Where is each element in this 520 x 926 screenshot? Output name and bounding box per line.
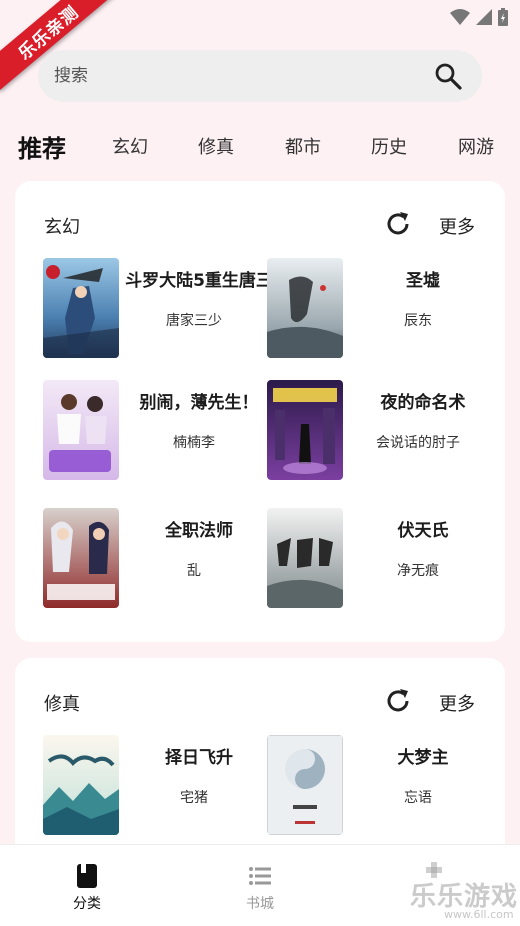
book-cover	[267, 380, 343, 480]
tab-wangyou[interactable]: 网游	[458, 133, 494, 159]
category-tabs: 推荐 玄幻 修真 都市 历史 网游	[0, 120, 520, 172]
book-card[interactable]: 斗罗大陆5重生唐三 唐家三少	[43, 258, 273, 362]
signal-icon	[476, 9, 492, 25]
wifi-icon	[450, 9, 470, 25]
tab-xiuzhen[interactable]: 修真	[198, 133, 234, 159]
search-bar[interactable]	[38, 50, 482, 102]
book-card[interactable]: 夜的命名术 会说话的肘子	[267, 380, 497, 484]
more-button[interactable]: 更多	[439, 213, 475, 239]
section-title: 玄幻	[44, 217, 80, 238]
book-card[interactable]: 择日飞升 宅猪	[43, 735, 273, 839]
book-cover	[43, 508, 119, 608]
book-title: 全职法师	[165, 521, 233, 541]
section-header: 修真 更多	[15, 658, 505, 746]
book-cover	[43, 735, 119, 835]
book-title: 伏天氏	[397, 521, 449, 541]
nav-item-bookstore[interactable]: 书城	[210, 845, 310, 926]
book-author: 净无痕	[397, 563, 439, 579]
book-card[interactable]: 别闹，薄先生！ 楠楠李	[43, 380, 273, 484]
book-cover	[43, 258, 119, 358]
book-card[interactable]: 全职法师 乱	[43, 508, 273, 612]
book-author: 唐家三少	[166, 313, 222, 329]
book-author: 会说话的肘子	[376, 435, 460, 451]
book-author: 宅猪	[180, 790, 208, 806]
book-cover	[267, 508, 343, 608]
book-author: 乱	[187, 563, 201, 579]
book-cover	[43, 380, 119, 480]
tab-xuanhuan[interactable]: 玄幻	[112, 133, 148, 159]
book-title: 夜的命名术	[380, 393, 466, 413]
watermark: 乐乐游戏 www.6ll.com	[410, 862, 520, 926]
list-icon	[249, 867, 271, 885]
section-title: 修真	[44, 694, 80, 715]
refresh-icon[interactable]	[383, 209, 413, 239]
book-card[interactable]: 伏天氏 净无痕	[267, 508, 497, 612]
book-title: 择日飞升	[165, 748, 233, 768]
tab-recommend[interactable]: 推荐	[18, 129, 66, 164]
book-cover	[267, 735, 343, 835]
book-title: 圣墟	[406, 271, 440, 291]
book-card[interactable]: 大梦主 忘语	[267, 735, 497, 839]
refresh-icon[interactable]	[383, 686, 413, 716]
book-author: 楠楠李	[173, 435, 215, 451]
book-author: 辰东	[404, 313, 432, 329]
search-input[interactable]	[54, 66, 424, 86]
nav-label: 书城	[246, 896, 274, 912]
book-title: 大梦主	[397, 748, 449, 768]
search-icon[interactable]	[424, 50, 472, 102]
section-xiuzhen: 修真 更多 择日飞升 宅猪 大梦主 忘语	[15, 658, 505, 858]
nav-label: 分类	[73, 896, 101, 912]
book-author: 忘语	[404, 790, 432, 806]
tab-lishi[interactable]: 历史	[371, 133, 407, 159]
book-icon	[77, 864, 97, 888]
book-title: 别闹，薄先生！	[139, 393, 259, 413]
book-card[interactable]: 圣墟 辰东	[267, 258, 497, 362]
book-cover	[267, 258, 343, 358]
watermark-url: www.6ll.com	[444, 908, 514, 921]
section-xuanhuan: 玄幻 更多 斗罗大陆5重生唐三 唐家三少 圣墟 辰东 别闹，薄先生！ 楠楠李 夜…	[15, 181, 505, 642]
section-header: 玄幻 更多	[15, 181, 505, 269]
nav-item-category[interactable]: 分类	[37, 845, 137, 926]
tab-dushi[interactable]: 都市	[285, 133, 321, 159]
more-button[interactable]: 更多	[439, 690, 475, 716]
book-title: 斗罗大陆5重生唐三	[125, 271, 273, 291]
battery-icon	[498, 8, 508, 26]
